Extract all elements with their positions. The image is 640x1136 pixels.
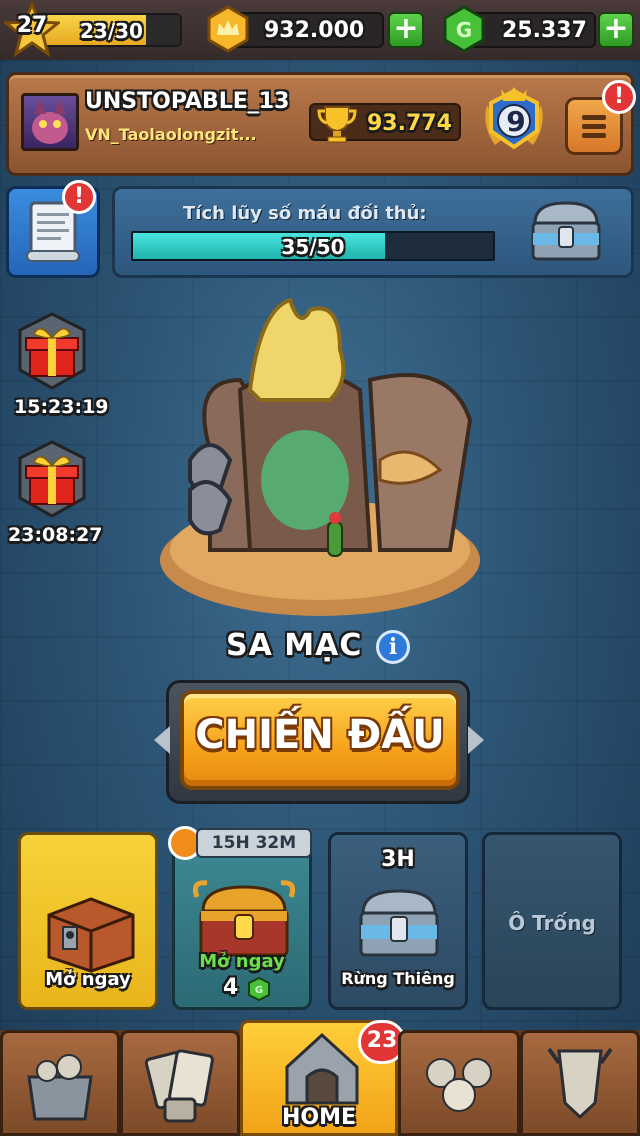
wooden-chest-icon xyxy=(47,897,135,973)
nav-tab-cards[interactable] xyxy=(120,1030,240,1136)
gem-value: 25.337 xyxy=(502,18,587,43)
castle-gate-icon xyxy=(285,1032,359,1105)
gift-box-icon[interactable] xyxy=(12,312,92,392)
damage-progress-banner[interactable]: Tích lũy số máu đối thủ: 35/50 xyxy=(112,186,634,278)
quest-alert-badge: ! xyxy=(62,180,96,214)
progress-text: 35/50 xyxy=(281,235,345,259)
left-arrow-icon xyxy=(154,726,170,754)
trophy-counter: 93.774 xyxy=(309,103,461,143)
right-arrow-icon xyxy=(468,726,484,754)
nav-tab-shop[interactable] xyxy=(0,1030,120,1136)
chest-slot-2[interactable]: Mở ngay 4 G xyxy=(172,832,312,1010)
chest-slot-3-label: Rừng Thiêng xyxy=(341,969,455,988)
xp-text: 23/30 xyxy=(80,19,143,43)
crown-coin-icon xyxy=(207,5,249,53)
rank-number: 9 xyxy=(506,105,526,138)
silver-chest-icon xyxy=(531,201,601,261)
gift-timer-2: 23:08:27 xyxy=(8,524,103,546)
shop-pot-icon xyxy=(27,1054,93,1121)
menu-alert-badge: ! xyxy=(602,80,636,114)
arena-info-button[interactable]: i xyxy=(376,630,410,664)
banner-title: Tích lũy số máu đối thủ: xyxy=(183,203,427,224)
avatar-portrait-icon xyxy=(32,100,68,144)
gem-icon: G xyxy=(443,5,485,53)
level-number: 27 xyxy=(16,13,48,38)
add-gold-button[interactable]: + xyxy=(388,12,424,48)
trophy-icon xyxy=(317,106,357,143)
battle-label: CHIẾN ĐẤU xyxy=(195,712,445,758)
avatar[interactable] xyxy=(21,93,79,151)
svg-text:G: G xyxy=(456,18,472,42)
trophy-value: 93.774 xyxy=(367,111,452,136)
gift-box-icon[interactable] xyxy=(12,440,92,520)
home-label: HOME xyxy=(281,1105,357,1130)
chest-slot-4-empty[interactable]: Ô Trống xyxy=(482,832,622,1010)
chest-slot-2-label: Mở ngay xyxy=(199,951,285,972)
chest-slot-2-cost: 4 xyxy=(223,975,239,1000)
gold-value: 932.000 xyxy=(264,18,365,43)
chest-slot-1-label: Mở ngay xyxy=(45,969,131,990)
battle-button[interactable]: CHIẾN ĐẤU xyxy=(180,690,460,790)
arena-name: SA MẠC xyxy=(226,628,363,663)
chest-slot-1[interactable]: Mở ngay xyxy=(18,832,158,1010)
silver-chest-icon xyxy=(359,889,439,957)
clan-name[interactable]: VN_Taolaolongzit... xyxy=(85,125,257,144)
chest-slot-2-timer: 15H 32M xyxy=(196,828,312,858)
add-gems-button[interactable]: + xyxy=(598,12,634,48)
profile-panel[interactable]: UNSTOPABLE_13 VN_Taolaolongzit... 93.774… xyxy=(6,72,634,176)
damage-progress-bar: 35/50 xyxy=(131,231,495,261)
chest-slot-3-time: 3H xyxy=(381,847,415,872)
player-name: UNSTOPABLE_13 xyxy=(85,89,290,114)
banner-trophy-icon xyxy=(547,1047,613,1120)
nav-tab-events[interactable] xyxy=(520,1030,640,1136)
svg-text:G: G xyxy=(255,985,263,996)
gem-icon: G xyxy=(248,977,270,1001)
desert-arena-illustration[interactable] xyxy=(150,290,490,630)
chest-slot-4-label: Ô Trống xyxy=(508,911,596,935)
gift-timer-1: 15:23:19 xyxy=(14,396,109,418)
chest-slot-3[interactable]: 3H Rừng Thiêng xyxy=(328,832,468,1010)
nav-tab-clan[interactable] xyxy=(398,1030,520,1136)
cards-icon xyxy=(144,1049,214,1123)
clan-heroes-icon xyxy=(426,1058,492,1112)
